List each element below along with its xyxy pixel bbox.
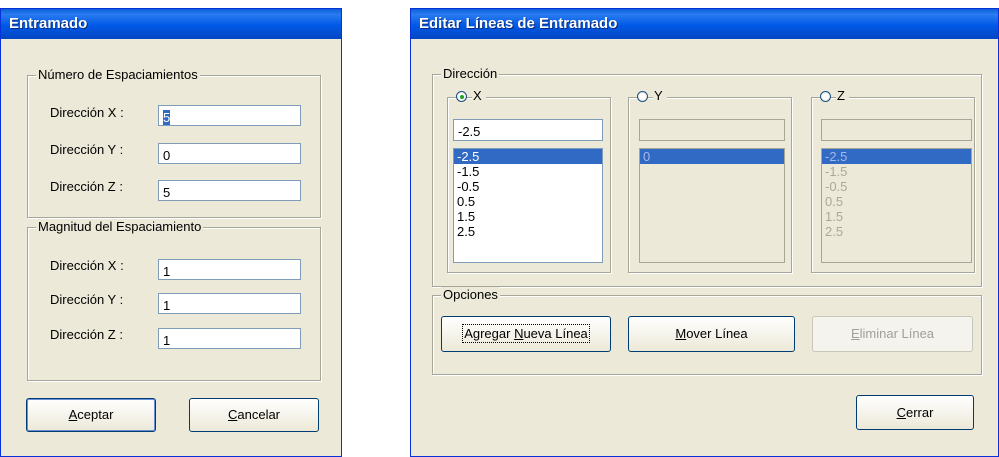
list-item: 1.5 (825, 209, 844, 224)
axis-y-radio[interactable] (637, 91, 648, 102)
entramado-titlebar[interactable]: Entramado (1, 9, 341, 39)
entramado-dialog: Entramado Número de Espaciamientos Direc… (0, 8, 342, 457)
list-item[interactable]: 2.5 (454, 224, 602, 239)
num-x-input[interactable]: 5 (158, 105, 301, 126)
cancelar-button[interactable]: Cancelar (189, 398, 319, 432)
axis-x-radio[interactable] (456, 91, 467, 102)
agregar-nueva-linea-button[interactable]: Agregar Nueva Línea (441, 316, 611, 352)
num-z-input[interactable]: 5 (158, 180, 301, 201)
mag-x-label: Dirección X : (50, 258, 124, 273)
axis-x-list[interactable]: -2.5 -1.5 -0.5 0.5 1.5 2.5 (453, 148, 603, 263)
mag-z-label: Dirección Z : (50, 327, 123, 342)
list-item[interactable]: -1.5 (454, 164, 602, 179)
list-item: -1.5 (825, 164, 848, 179)
num-y-input[interactable]: 0 (158, 143, 301, 164)
axis-x-label[interactable]: X (472, 88, 486, 103)
axis-z-label[interactable]: Z (836, 88, 849, 103)
axis-y-list: 0 (639, 148, 785, 263)
cerrar-button[interactable]: Cerrar (856, 395, 974, 430)
list-item[interactable]: -2.5 (454, 149, 602, 164)
aceptar-button[interactable]: Aceptar (26, 398, 156, 432)
editar-lineas-title: Editar Líneas de Entramado (419, 15, 618, 32)
list-item[interactable]: 0.5 (454, 194, 602, 209)
num-y-label: Dirección Y : (50, 142, 124, 157)
mag-y-input[interactable]: 1 (158, 293, 301, 314)
mag-x-input[interactable]: 1 (158, 259, 301, 280)
list-item[interactable]: -0.5 (454, 179, 602, 194)
magnitud-label: Magnitud del Espaciamiento (36, 219, 204, 235)
axis-y-input (639, 119, 785, 141)
editar-lineas-titlebar[interactable]: Editar Líneas de Entramado (411, 9, 998, 39)
mag-z-input[interactable]: 1 (158, 328, 301, 349)
axis-x-input[interactable]: -2.5 (453, 119, 603, 141)
list-item: -0.5 (825, 179, 848, 194)
num-espaciamientos-label: Número de Espaciamientos (36, 67, 200, 83)
entramado-title: Entramado (9, 15, 88, 32)
axis-z-radio[interactable] (820, 91, 831, 102)
list-item: -2.5 (822, 149, 971, 164)
axis-z-input (821, 119, 972, 141)
mover-linea-button[interactable]: Mover Línea (628, 316, 795, 352)
mag-y-label: Dirección Y : (50, 292, 124, 307)
list-item: 0.5 (825, 194, 844, 209)
opciones-label: Opciones (441, 287, 500, 303)
num-x-label: Dirección X : (50, 105, 124, 120)
list-item: 2.5 (825, 224, 844, 239)
axis-z-list: -2.5 -1.5 -0.5 0.5 1.5 2.5 (821, 148, 972, 263)
editar-lineas-dialog: Editar Líneas de Entramado Dirección X -… (410, 8, 999, 457)
eliminar-linea-button: Eliminar Línea (812, 316, 973, 352)
num-z-label: Dirección Z : (50, 179, 123, 194)
axis-y-label[interactable]: Y (653, 88, 667, 103)
list-item: 0 (640, 149, 784, 164)
direccion-label: Dirección (441, 66, 500, 82)
list-item[interactable]: 1.5 (454, 209, 602, 224)
